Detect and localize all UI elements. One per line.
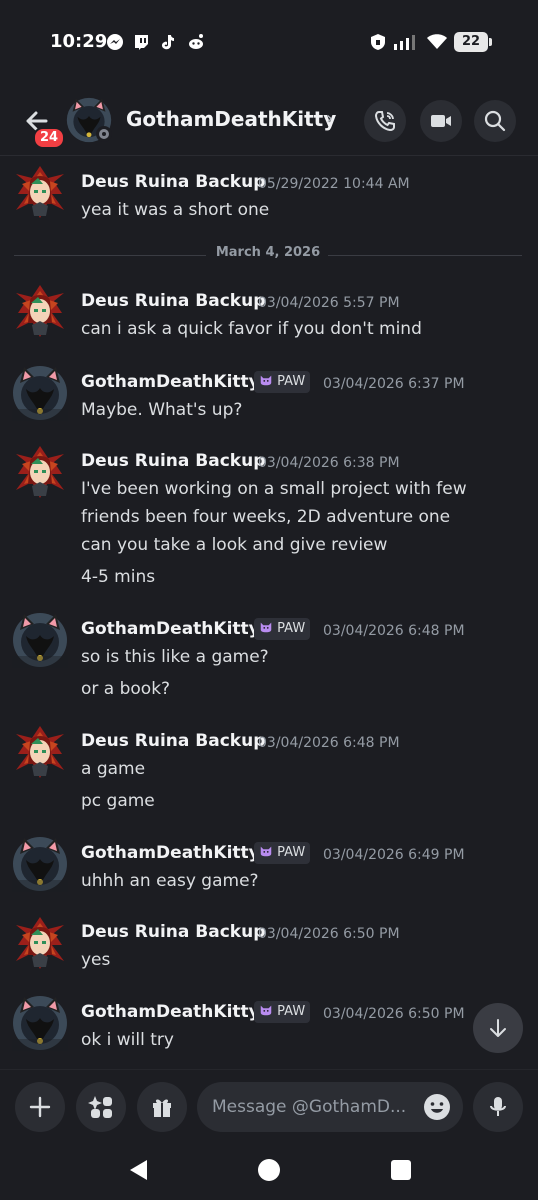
arrow-down-icon	[490, 1019, 506, 1037]
plus-icon	[29, 1096, 51, 1118]
message-composer	[0, 1069, 538, 1139]
author-name[interactable]: GothamDeathKitty	[81, 843, 260, 863]
system-nav-bar	[0, 1139, 538, 1200]
author-name[interactable]: GothamDeathKitty	[81, 619, 260, 639]
attach-button[interactable]	[15, 1082, 65, 1132]
message-list[interactable]: Deus Ruina Backup 05/29/2022 10:44 AM ye…	[0, 157, 538, 1069]
avatar[interactable]	[12, 836, 68, 892]
search-button[interactable]	[474, 100, 516, 142]
message-text: I've been working on a small project wit…	[81, 479, 467, 499]
author-name[interactable]: GothamDeathKitty	[81, 1002, 260, 1022]
dm-header: 24 GothamDeathKitty ›	[0, 86, 538, 156]
chevron-right-icon[interactable]: ›	[326, 108, 333, 129]
avatar[interactable]	[12, 444, 68, 500]
cat-icon	[259, 620, 273, 634]
timestamp: 03/04/2026 6:49 PM	[323, 847, 465, 863]
message-text: a game	[81, 759, 146, 779]
video-camera-icon	[431, 115, 451, 127]
video-call-button[interactable]	[420, 100, 462, 142]
timestamp: 03/04/2026 5:57 PM	[258, 295, 400, 311]
cat-icon	[259, 373, 273, 387]
message-text: so is this like a game?	[81, 647, 269, 667]
cat-icon	[259, 844, 273, 858]
timestamp: 03/04/2026 6:50 PM	[258, 926, 400, 942]
message-text: yea it was a short one	[81, 200, 270, 220]
vpn-shield-icon	[371, 34, 385, 50]
recents-square-icon[interactable]	[390, 1159, 412, 1181]
avatar[interactable]	[12, 724, 68, 780]
messenger-icon	[107, 34, 123, 50]
server-tag[interactable]: PAW	[254, 842, 311, 864]
author-name[interactable]: GothamDeathKitty	[81, 372, 260, 392]
timestamp: 03/04/2026 6:48 PM	[258, 735, 400, 751]
avatar[interactable]	[12, 612, 68, 668]
back-triangle-icon[interactable]	[127, 1158, 149, 1182]
twitch-icon	[135, 35, 148, 50]
apps-button[interactable]	[76, 1082, 126, 1132]
apps-icon	[88, 1096, 112, 1118]
message-text: ok i will try	[81, 1030, 174, 1050]
message-text: Maybe. What's up?	[81, 400, 243, 420]
date-divider-label: March 4, 2026	[215, 245, 321, 260]
timestamp: 03/04/2026 6:48 PM	[323, 623, 465, 639]
gift-icon	[153, 1099, 171, 1117]
author-name[interactable]: Deus Ruina Backup	[81, 172, 265, 192]
server-tag[interactable]: PAW	[254, 618, 311, 640]
reddit-icon	[189, 34, 203, 49]
message-text: or a book?	[81, 679, 171, 699]
message-text: uhhh an easy game?	[81, 871, 259, 891]
server-tag[interactable]: PAW	[254, 371, 311, 393]
home-circle-icon[interactable]	[257, 1158, 281, 1182]
message-text: 4-5 mins	[81, 567, 156, 587]
avatar[interactable]	[12, 365, 68, 421]
offline-status-indicator	[96, 126, 112, 142]
page-title[interactable]: GothamDeathKitty	[126, 107, 336, 131]
cat-icon	[259, 1003, 273, 1017]
signal-icon	[394, 35, 415, 50]
message-text: yes	[81, 950, 111, 970]
avatar[interactable]	[12, 283, 68, 339]
avatar[interactable]	[12, 995, 68, 1051]
wifi-icon	[427, 34, 447, 49]
status-bar: 10:29 22	[0, 0, 538, 86]
timestamp: 03/04/2026 6:37 PM	[323, 376, 465, 392]
timestamp: 03/04/2026 6:50 PM	[323, 1006, 465, 1022]
author-name[interactable]: Deus Ruina Backup	[81, 291, 265, 311]
date-divider: March 4, 2026	[14, 245, 522, 260]
avatar[interactable]	[12, 915, 68, 971]
timestamp: 05/29/2022 10:44 AM	[258, 176, 410, 192]
unread-badge: 24	[33, 127, 66, 149]
message-text: friends been four weeks, 2D adventure on…	[81, 507, 451, 527]
voice-message-button[interactable]	[473, 1082, 523, 1132]
emoji-icon[interactable]	[422, 1092, 452, 1122]
author-name[interactable]: Deus Ruina Backup	[81, 922, 265, 942]
message-text: can you take a look and give review	[81, 535, 388, 555]
tiktok-icon	[161, 35, 174, 50]
clock: 10:29	[50, 31, 108, 52]
battery-indicator: 22	[454, 32, 492, 52]
jump-to-present-button[interactable]	[473, 1003, 523, 1053]
message-text: pc game	[81, 791, 155, 811]
message-text: can i ask a quick favor if you don't min…	[81, 319, 422, 339]
author-name[interactable]: Deus Ruina Backup	[81, 731, 265, 751]
author-name[interactable]: Deus Ruina Backup	[81, 451, 265, 471]
server-tag[interactable]: PAW	[254, 1001, 311, 1023]
microphone-icon	[490, 1097, 506, 1116]
voice-call-button[interactable]	[364, 100, 406, 142]
avatar[interactable]	[12, 164, 68, 220]
call-icon	[374, 111, 395, 132]
timestamp: 03/04/2026 6:38 PM	[258, 455, 400, 471]
gift-button[interactable]	[137, 1082, 187, 1132]
search-icon	[484, 110, 506, 132]
